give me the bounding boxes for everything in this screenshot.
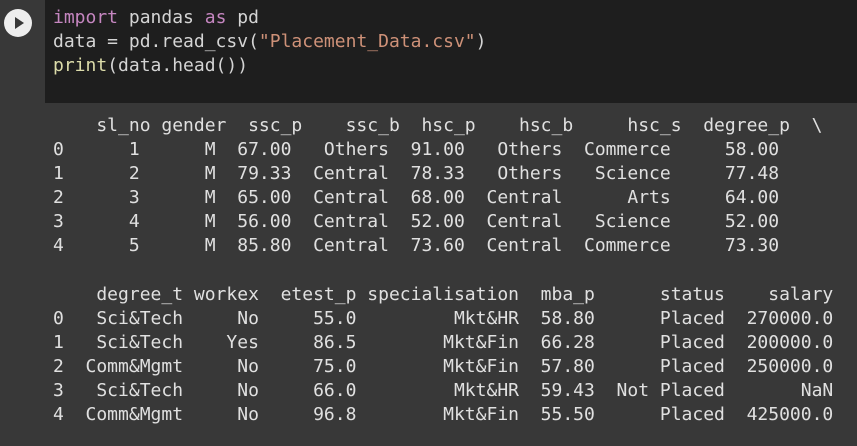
table2-row: 4 Comm&Mgmt No 96.8 Mkt&Fin 55.50 Placed… [53, 404, 834, 425]
code-editor[interactable]: import pandas as pd data = pd.read_csv("… [45, 0, 857, 103]
call-close: ) [475, 31, 487, 52]
module-alias: pd [226, 7, 259, 28]
play-icon [15, 17, 24, 29]
code-line-2: data = pd.read_csv("Placement_Data.csv") [53, 30, 857, 54]
keyword-as: as [204, 7, 227, 28]
output-spacer [53, 258, 857, 283]
table2-row: 1 Sci&Tech Yes 86.5 Mkt&Fin 66.28 Placed… [53, 332, 834, 353]
run-cell-button[interactable] [4, 9, 32, 37]
table1-row: 0 1 M 67.00 Others 91.00 Others Commerce… [53, 139, 780, 160]
table1-row: 1 2 M 79.33 Central 78.33 Others Science… [53, 163, 780, 184]
read-csv-call: data = pd.read_csv( [53, 31, 259, 52]
table2-row: 2 Comm&Mgmt No 75.0 Mkt&Fin 57.80 Placed… [53, 356, 834, 377]
csv-filename-string: "Placement_Data.csv" [258, 31, 476, 52]
module-name: pandas [118, 7, 205, 28]
cell-output: sl_no gender ssc_p ssc_b hsc_p hsc_b hsc… [45, 103, 857, 446]
code-line-3: print(data.head()) [53, 54, 857, 78]
table1-row: 4 5 M 85.80 Central 73.60 Central Commer… [53, 235, 780, 256]
keyword-import: import [53, 7, 119, 28]
table1-header: sl_no gender ssc_p ssc_b hsc_p hsc_b hsc… [53, 115, 823, 136]
table1-row: 3 4 M 56.00 Central 52.00 Central Scienc… [53, 211, 780, 232]
cell-gutter [0, 0, 45, 103]
code-line-1: import pandas as pd [53, 6, 857, 30]
print-function: print [53, 55, 108, 76]
table2-row: 3 Sci&Tech No 66.0 Mkt&HR 59.43 Not Plac… [53, 380, 834, 401]
table2-row: 0 Sci&Tech No 55.0 Mkt&HR 58.80 Placed 2… [53, 308, 834, 329]
table1-row: 2 3 M 65.00 Central 68.00 Central Arts 6… [53, 187, 780, 208]
print-args: (data.head()) [107, 55, 249, 76]
table2-header: degree_t workex etest_p specialisation m… [53, 284, 834, 305]
